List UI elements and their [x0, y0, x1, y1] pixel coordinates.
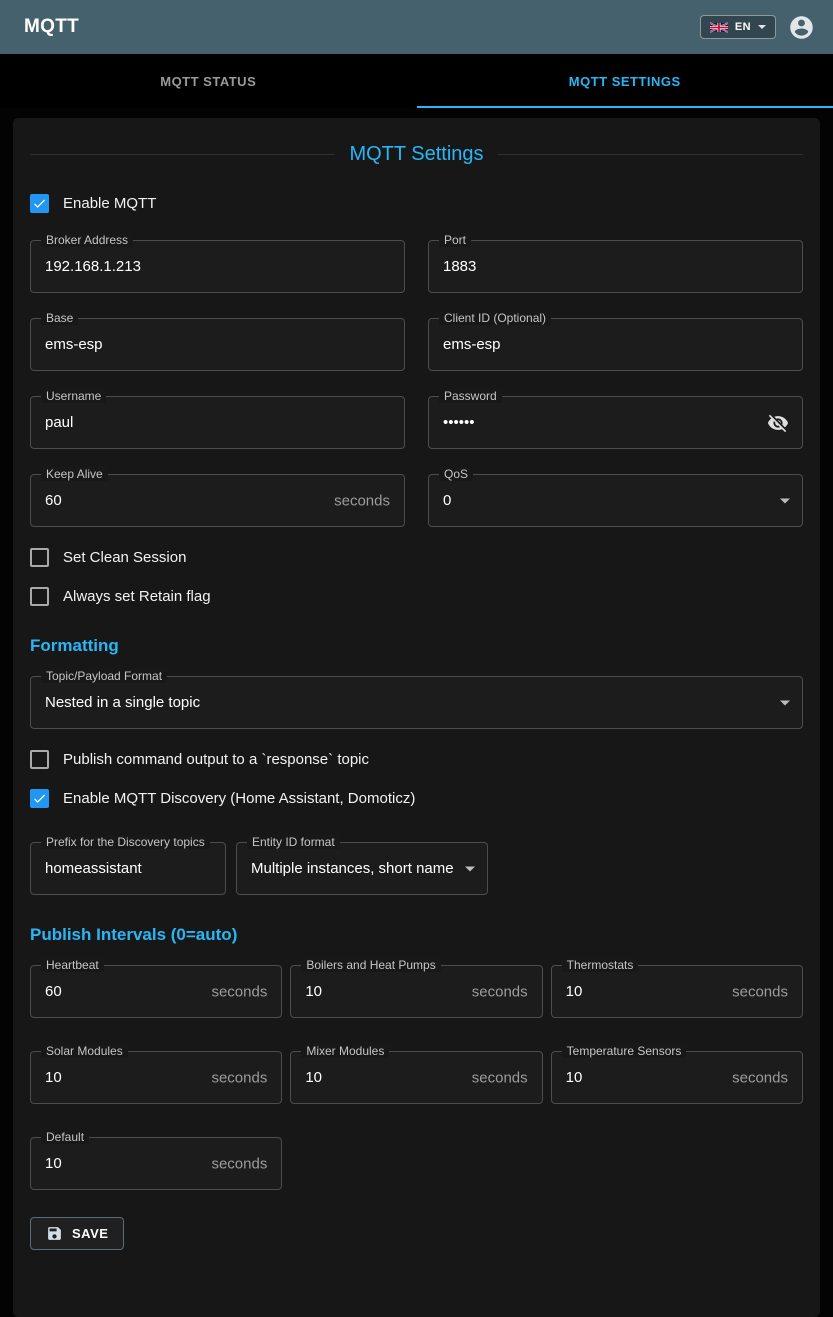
- checkbox-publish-response[interactable]: Publish command output to a `response` t…: [30, 750, 803, 769]
- page-title: MQTT Settings: [30, 142, 803, 166]
- field-label: Default: [41, 1130, 89, 1144]
- field-interval-heartbeat: Heartbeat seconds: [30, 965, 282, 1018]
- field-interval-mixer: Mixer Modules seconds: [290, 1051, 542, 1104]
- keep-alive-input[interactable]: [31, 475, 404, 526]
- field-label: Port: [439, 233, 471, 247]
- mixer-interval-input[interactable]: [291, 1052, 541, 1103]
- field-interval-boilers: Boilers and Heat Pumps seconds: [290, 965, 542, 1018]
- checkbox-clean-session[interactable]: Set Clean Session: [30, 548, 803, 567]
- formatting-heading: Formatting: [30, 636, 803, 656]
- field-interval-default: Default seconds: [30, 1137, 282, 1190]
- checkbox-unchecked-icon[interactable]: [30, 750, 49, 769]
- mqtt-settings-card: MQTT Settings Enable MQTT Broker Address…: [13, 118, 820, 1317]
- discovery-prefix-input[interactable]: [31, 843, 225, 894]
- field-label: Thermostats: [562, 958, 639, 972]
- language-label: EN: [735, 21, 751, 33]
- visibility-off-icon: [767, 412, 789, 434]
- field-label: Username: [41, 389, 106, 403]
- qos-select[interactable]: QoS 0: [428, 474, 803, 527]
- base-input[interactable]: [31, 319, 404, 370]
- port-input[interactable]: [429, 241, 802, 292]
- client-id-input[interactable]: [429, 319, 802, 370]
- field-label: Keep Alive: [41, 467, 108, 481]
- boilers-interval-input[interactable]: [291, 966, 541, 1017]
- checkbox-enable-mqtt[interactable]: Enable MQTT: [30, 194, 803, 213]
- topic-format-select-value: Nested in a single topic: [31, 677, 802, 728]
- account-circle-icon: [788, 14, 815, 41]
- chevron-down-icon: [780, 700, 790, 705]
- save-button-label: SAVE: [72, 1226, 108, 1241]
- app-bar: MQTT EN: [0, 0, 833, 54]
- tab-mqtt-settings-label: MQTT SETTINGS: [569, 74, 681, 89]
- field-interval-temperature: Temperature Sensors seconds: [551, 1051, 803, 1104]
- qos-select-value: 0: [429, 475, 802, 526]
- default-interval-input[interactable]: [31, 1138, 281, 1189]
- temperature-interval-input[interactable]: [552, 1052, 802, 1103]
- chevron-down-icon: [780, 498, 790, 503]
- language-button[interactable]: EN: [700, 15, 776, 39]
- field-password: Password: [428, 396, 803, 449]
- password-input[interactable]: [429, 397, 802, 448]
- heartbeat-interval-input[interactable]: [31, 966, 281, 1017]
- tab-bar: MQTT STATUS MQTT SETTINGS: [0, 54, 833, 108]
- checkbox-unchecked-icon[interactable]: [30, 587, 49, 606]
- checkbox-checked-icon[interactable]: [30, 194, 49, 213]
- field-label: Password: [439, 389, 502, 403]
- field-client-id: Client ID (Optional): [428, 318, 803, 371]
- save-button[interactable]: SAVE: [30, 1217, 124, 1250]
- broker-address-input[interactable]: [31, 241, 404, 292]
- field-keep-alive: Keep Alive seconds: [30, 474, 405, 527]
- account-button[interactable]: [784, 10, 819, 45]
- entity-id-format-select[interactable]: Entity ID format Multiple instances, sho…: [236, 842, 488, 895]
- field-label: Boilers and Heat Pumps: [301, 958, 440, 972]
- field-port: Port: [428, 240, 803, 293]
- thermostats-interval-input[interactable]: [552, 966, 802, 1017]
- checkbox-label: Always set Retain flag: [63, 588, 211, 605]
- username-input[interactable]: [31, 397, 404, 448]
- chevron-down-icon: [758, 25, 766, 29]
- chevron-down-icon: [465, 866, 475, 871]
- tab-mqtt-status-label: MQTT STATUS: [160, 74, 256, 89]
- field-label: Topic/Payload Format: [41, 669, 167, 683]
- field-label: Heartbeat: [41, 958, 104, 972]
- topic-format-select[interactable]: Topic/Payload Format Nested in a single …: [30, 676, 803, 729]
- field-interval-solar: Solar Modules seconds: [30, 1051, 282, 1104]
- tab-mqtt-settings[interactable]: MQTT SETTINGS: [417, 54, 833, 108]
- checkbox-unchecked-icon[interactable]: [30, 548, 49, 567]
- solar-interval-input[interactable]: [31, 1052, 281, 1103]
- field-label: Broker Address: [41, 233, 133, 247]
- page-title-text: MQTT Settings: [349, 142, 483, 166]
- field-base: Base: [30, 318, 405, 371]
- checkbox-label: Enable MQTT Discovery (Home Assistant, D…: [63, 790, 415, 807]
- field-username: Username: [30, 396, 405, 449]
- tab-mqtt-status[interactable]: MQTT STATUS: [0, 54, 417, 108]
- toggle-password-visibility-button[interactable]: [765, 410, 791, 436]
- field-broker-address: Broker Address: [30, 240, 405, 293]
- publish-intervals-heading: Publish Intervals (0=auto): [30, 925, 803, 945]
- uk-flag-icon: [710, 22, 728, 33]
- save-icon: [46, 1225, 63, 1242]
- checkbox-mqtt-discovery[interactable]: Enable MQTT Discovery (Home Assistant, D…: [30, 789, 803, 808]
- checkbox-retain-flag[interactable]: Always set Retain flag: [30, 587, 803, 606]
- active-tab-indicator: [417, 106, 833, 108]
- field-label: Entity ID format: [247, 835, 340, 849]
- field-label: Solar Modules: [41, 1044, 128, 1058]
- field-label: Base: [41, 311, 78, 325]
- field-label: QoS: [439, 467, 473, 481]
- checkbox-label: Set Clean Session: [63, 549, 186, 566]
- checkbox-label: Publish command output to a `response` t…: [63, 751, 369, 768]
- field-label: Mixer Modules: [301, 1044, 389, 1058]
- checkbox-checked-icon[interactable]: [30, 789, 49, 808]
- field-label: Client ID (Optional): [439, 311, 551, 325]
- field-label: Temperature Sensors: [562, 1044, 687, 1058]
- checkbox-label: Enable MQTT: [63, 195, 156, 212]
- app-title: MQTT: [24, 16, 79, 38]
- field-label: Prefix for the Discovery topics: [41, 835, 210, 849]
- field-discovery-prefix: Prefix for the Discovery topics: [30, 842, 226, 895]
- field-interval-thermostats: Thermostats seconds: [551, 965, 803, 1018]
- entity-id-format-select-value: Multiple instances, short name: [237, 843, 487, 894]
